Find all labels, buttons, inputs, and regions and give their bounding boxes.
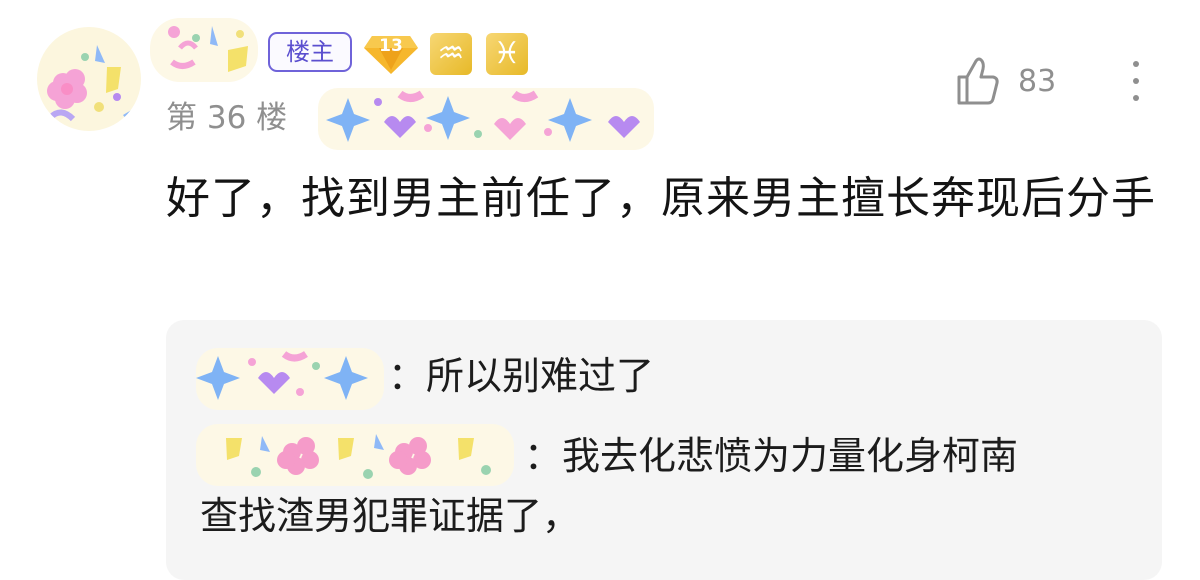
reply-2-text: 我去化悲愤为力量化身柯南 (562, 434, 1019, 478)
avatar-sticker-cover (47, 45, 133, 123)
level-number: 13 (379, 36, 403, 56)
like-count: 83 (1018, 64, 1057, 99)
reply-author-sticker-cover[interactable] (196, 348, 384, 410)
owner-badge: 楼主 (268, 32, 352, 72)
reply-author-2-sticker-cover[interactable] (196, 424, 514, 486)
post-content: 好了，找到男主前任了，原来男主擅长奔现后分手 (166, 173, 1156, 224)
avatar[interactable] (37, 27, 141, 131)
reply-2-separator: ： (524, 434, 563, 478)
reply-2-continued: 查找渣男犯罪证据了， (200, 494, 581, 538)
username-sticker-cover[interactable] (150, 18, 258, 82)
aquarius-icon: ♒ (430, 33, 472, 75)
reply-2: ：我去化悲愤为力量化身柯南 (524, 428, 1018, 484)
reply-1: ：所以别难过了 (388, 348, 654, 404)
pisces-icon: ♓ (486, 33, 528, 75)
reply-1-text: 所以别难过了 (426, 354, 655, 398)
reply-1-separator: ： (388, 354, 427, 398)
more-vertical-icon[interactable] (1125, 58, 1147, 104)
post-meta-sticker-cover (318, 88, 654, 150)
floor-number: 第 36 楼 (166, 100, 288, 136)
thumbs-up-icon[interactable] (955, 55, 1001, 107)
